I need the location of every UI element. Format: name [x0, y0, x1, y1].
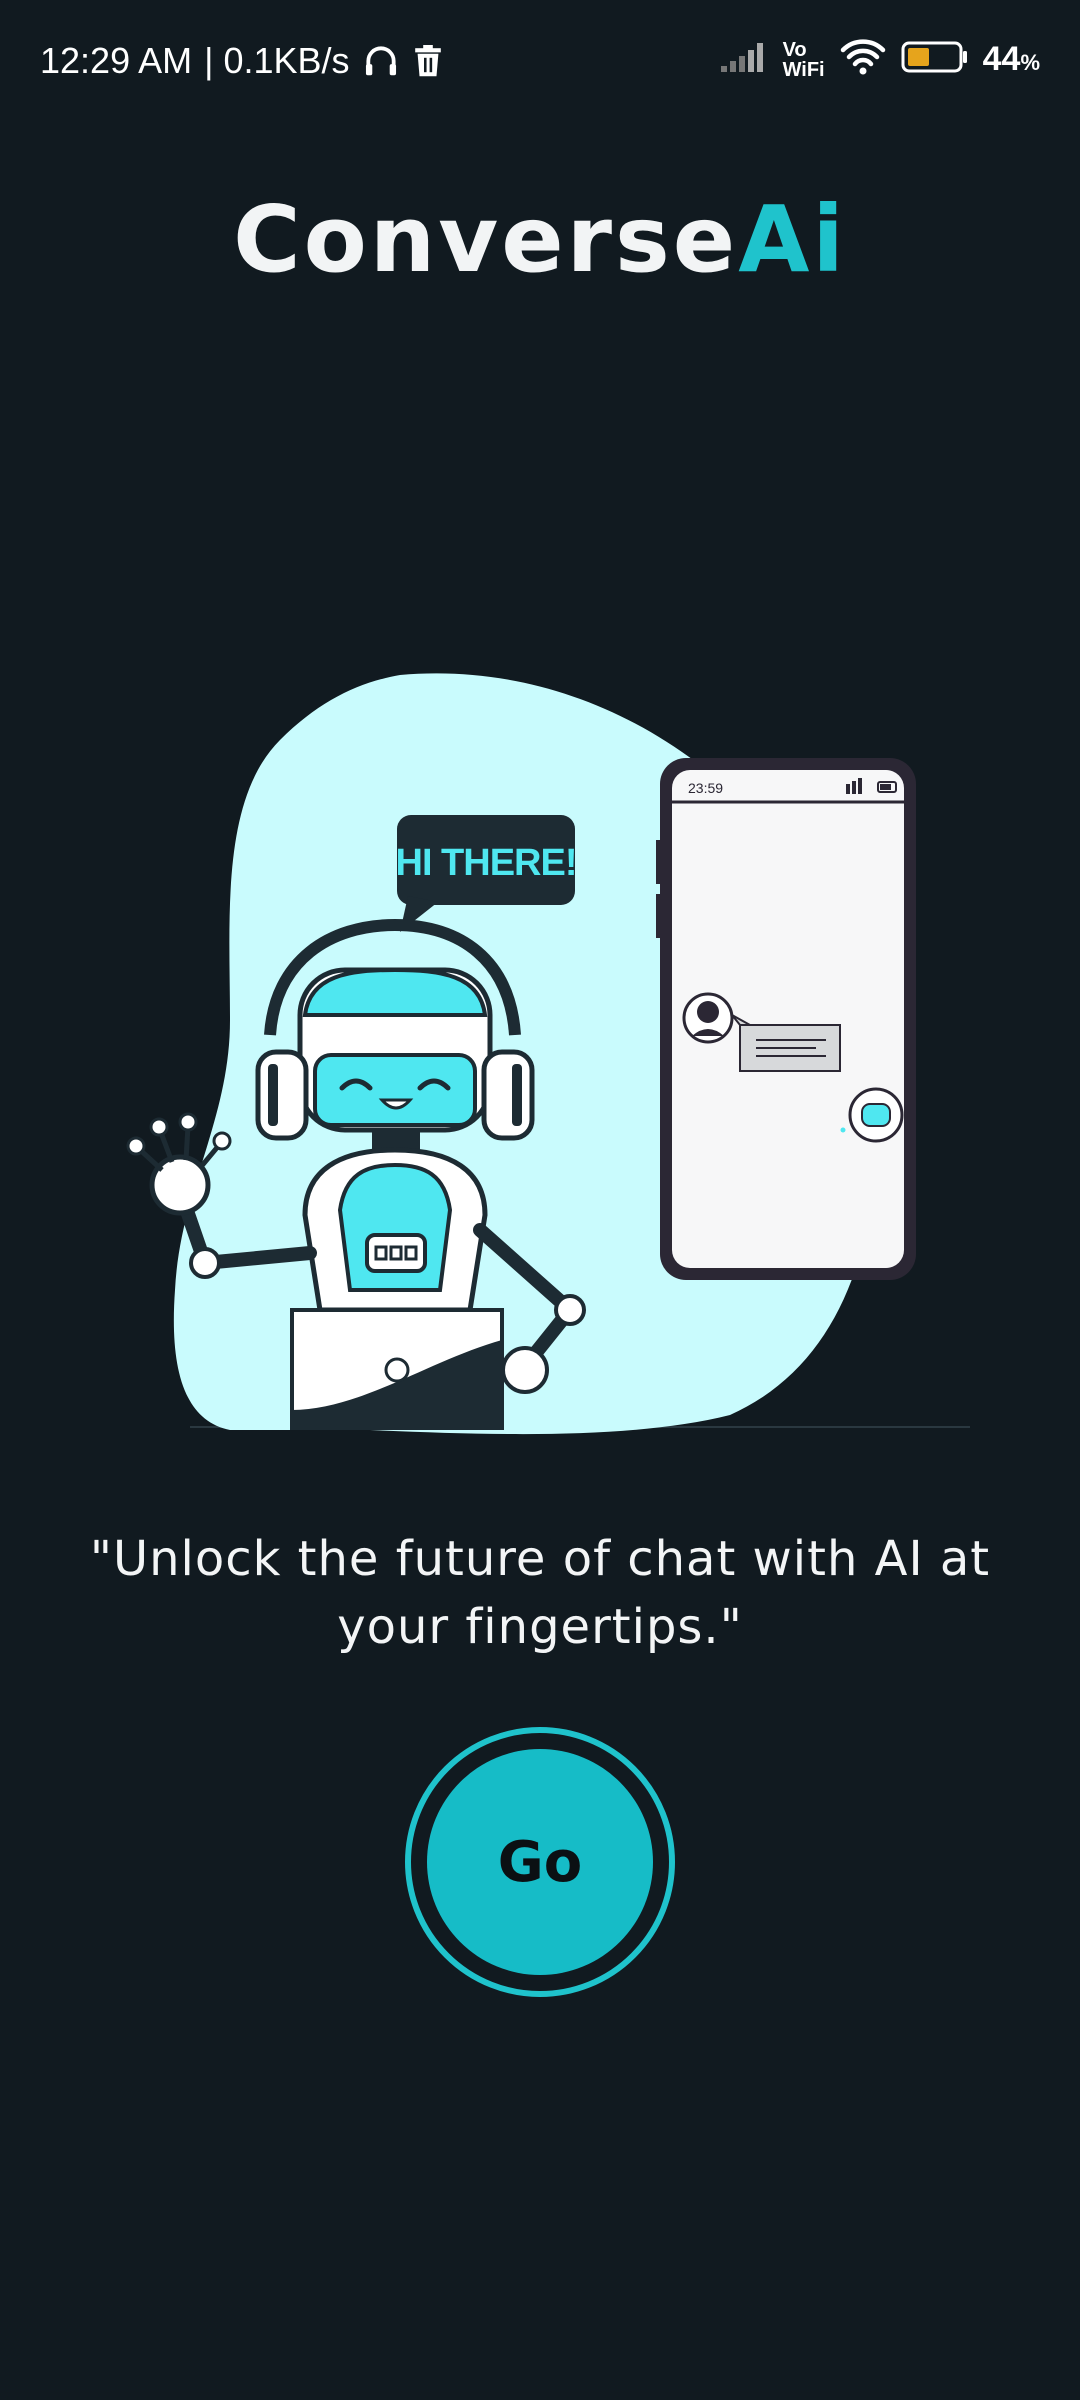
app-title-ai: Ai [738, 186, 847, 293]
battery-unit: % [1020, 50, 1040, 75]
phone-illustration: 23:59 [656, 758, 916, 1280]
headphones-icon [362, 42, 400, 80]
go-button[interactable]: Go [427, 1749, 653, 1975]
wifi-label: WiFi [782, 58, 825, 81]
vo-label: Vo [782, 38, 807, 61]
speech-bubble-text: HI THERE! [396, 842, 577, 884]
trash-icon [412, 43, 444, 79]
phone-time: 23:59 [688, 780, 723, 796]
battery-value: 44 [982, 40, 1021, 78]
status-right: Vo WiFi 44% [719, 38, 1040, 81]
vowifi-icon: Vo WiFi [783, 40, 825, 80]
network-speed: | 0.1KB/s [204, 40, 350, 81]
go-button-ring: Go [405, 1727, 675, 1997]
signal-icon [719, 40, 769, 79]
welcome-screen: 12:29 AM | 0.1KB/s Vo WiFi 44% ConverseA… [0, 0, 1080, 2400]
tagline: "Unlock the future of chat with AI at yo… [89, 1531, 991, 1655]
status-left: 12:29 AM | 0.1KB/s [40, 40, 444, 82]
app-title: ConverseAi [0, 180, 1080, 300]
robot-illustration: HI THERE! 23:59 [126, 673, 970, 1435]
battery-percentage: 44% [983, 40, 1040, 79]
status-time: 12:29 AM [40, 40, 193, 81]
status-bar: 12:29 AM | 0.1KB/s Vo WiFi 44% [0, 0, 1080, 130]
wifi-icon [839, 38, 887, 81]
battery-icon [901, 40, 969, 79]
app-title-converse: Converse [233, 186, 739, 293]
